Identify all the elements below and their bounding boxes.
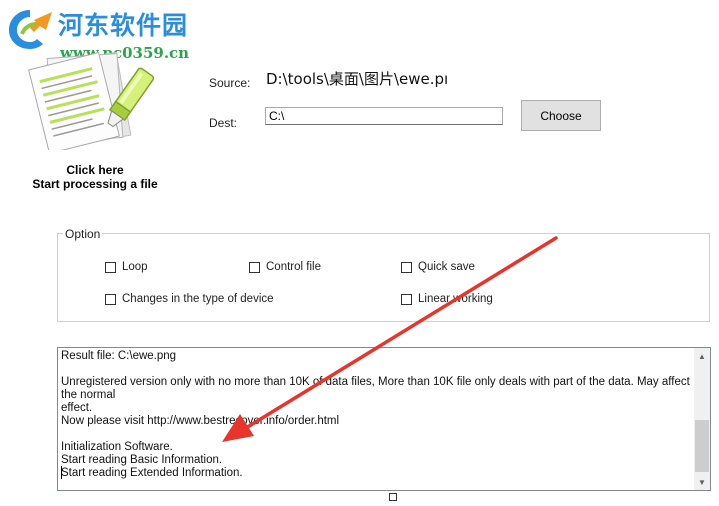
quick-save-checkbox[interactable]: Quick save bbox=[401, 261, 475, 273]
loop-checkbox[interactable]: Loop bbox=[105, 261, 148, 273]
device-type-checkbox[interactable]: Changes in the type of device bbox=[105, 293, 274, 305]
scroll-down-icon[interactable]: ▼ bbox=[694, 474, 710, 490]
log-line: Start reading Extended Information. bbox=[61, 467, 243, 479]
checkbox-box[interactable] bbox=[401, 293, 412, 305]
log-textarea[interactable]: Result file: C:\ewe.png Unregistered ver… bbox=[57, 347, 711, 491]
control-file-checkbox[interactable]: Control file bbox=[249, 261, 321, 273]
highlighter-document-icon[interactable] bbox=[28, 48, 160, 150]
resize-handle[interactable] bbox=[389, 493, 397, 501]
scroll-up-icon[interactable]: ▲ bbox=[694, 348, 710, 364]
click-here-text: Click here bbox=[66, 163, 124, 177]
log-line: Unregistered version only with no more t… bbox=[61, 376, 690, 401]
log-scrollbar[interactable]: ▲ ▼ bbox=[694, 348, 710, 490]
dest-label: Dest: bbox=[209, 116, 238, 130]
watermark-logo-icon bbox=[9, 10, 52, 49]
text-caret bbox=[61, 466, 62, 479]
loop-label: Loop bbox=[122, 261, 148, 273]
linear-working-label: Linear working bbox=[418, 293, 493, 305]
checkbox-box[interactable] bbox=[105, 261, 116, 273]
checkbox-box[interactable] bbox=[105, 293, 116, 305]
checkbox-box[interactable] bbox=[401, 261, 412, 273]
choose-button[interactable]: Choose bbox=[521, 100, 601, 131]
option-group bbox=[57, 233, 710, 322]
log-line: Now please visit http://www.bestrecover.… bbox=[61, 415, 340, 427]
option-group-legend: Option bbox=[63, 227, 103, 241]
log-line: Initialization Software. bbox=[61, 441, 173, 453]
quick-save-label: Quick save bbox=[418, 261, 475, 273]
watermark-title: 河东软件园 bbox=[58, 11, 189, 40]
linear-working-checkbox[interactable]: Linear working bbox=[401, 293, 493, 305]
start-processing-text: Start processing a file bbox=[32, 177, 158, 191]
process-file-label[interactable]: Click here Start processing a file bbox=[20, 163, 170, 191]
log-text: Result file: C:\ewe.png Unregistered ver… bbox=[61, 350, 697, 480]
log-line: Start reading Basic Information. bbox=[61, 454, 223, 466]
dest-input[interactable]: C:\ bbox=[265, 107, 503, 125]
source-label: Source: bbox=[209, 76, 251, 90]
checkbox-box[interactable] bbox=[249, 261, 260, 273]
log-line: effect. bbox=[61, 402, 93, 414]
scrollbar-thumb[interactable] bbox=[695, 420, 709, 472]
control-file-label: Control file bbox=[266, 261, 321, 273]
device-type-label: Changes in the type of device bbox=[122, 293, 274, 305]
log-line: Result file: C:\ewe.png bbox=[61, 350, 177, 362]
source-path: D:\tools\桌面\图片\ewe.pı bbox=[266, 70, 449, 88]
